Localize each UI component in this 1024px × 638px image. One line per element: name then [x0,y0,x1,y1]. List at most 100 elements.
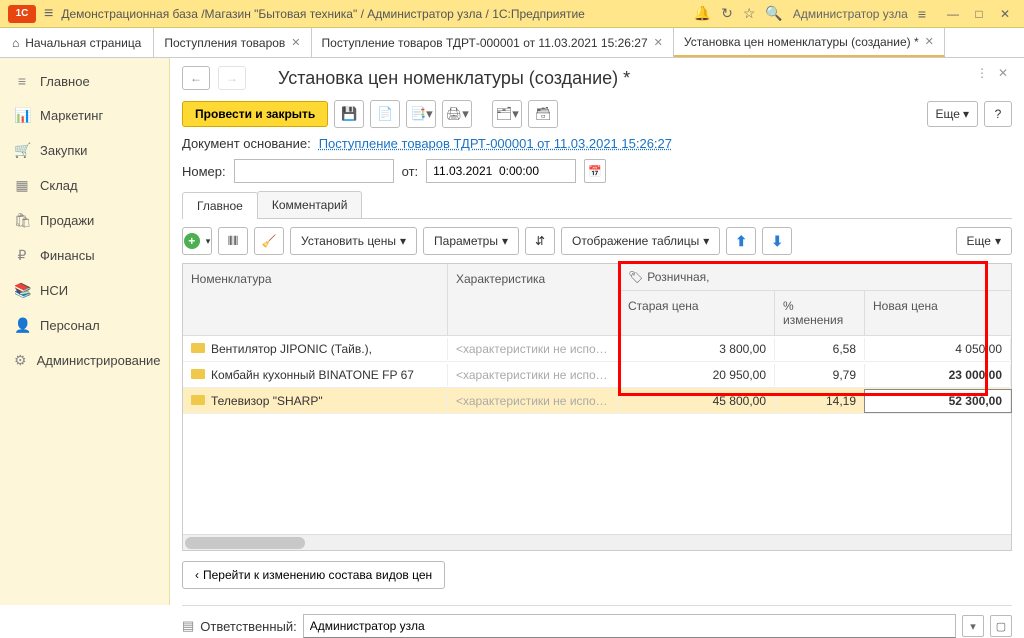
sidebar-item-label: Маркетинг [40,108,103,123]
horizontal-scrollbar[interactable] [183,534,1011,550]
col-percent-change[interactable]: % изменения [775,291,865,335]
table-header: Номенклатура Характеристика 🏷Розничная, … [183,264,1011,336]
table-display-button[interactable]: Отображение таблицы▾ [561,227,720,255]
number-input[interactable] [234,159,394,183]
params-button[interactable]: Параметры▾ [423,227,519,255]
sidebar-item-label: Закупки [40,143,87,158]
tab-receipt-doc[interactable]: Поступление товаров ТДРТ-000001 от 11.03… [312,28,674,57]
books-icon: 📚 [14,282,30,299]
price-type-header[interactable]: 🏷Розничная, [620,264,1011,291]
cell-new-price[interactable]: 4 050,00 [865,338,1011,360]
col-new-price[interactable]: Новая цена [865,291,1011,335]
cell-new-price-editing[interactable]: 52 300,00 [865,390,1011,412]
sidebar-item-nsi[interactable]: 📚НСИ [0,273,169,308]
cell-characteristic[interactable]: <характеристики не использ... [448,338,620,360]
page-title: Установка цен номенклатуры (создание) * [278,68,630,89]
tab-comment[interactable]: Комментарий [257,191,363,218]
sidebar-item-main[interactable]: ≡Главное [0,64,169,98]
submit-close-button[interactable]: Провести и закрыть [182,101,328,127]
sidebar-item-label: Персонал [40,318,100,333]
back-button[interactable]: ← [182,66,210,90]
kebab-icon[interactable]: ⋮ [976,66,988,80]
move-down-button[interactable]: ⬇ [762,227,792,255]
cell-nomenclature[interactable]: Телевизор "SHARP" [183,390,448,412]
sidebar-item-finance[interactable]: ₽Финансы [0,238,169,273]
cell-percent[interactable]: 6,58 [775,338,865,360]
post-button[interactable]: 📄 [370,100,400,128]
barcode-button[interactable]: ⦀⦀ [218,227,248,255]
list-icon[interactable]: ▤ [182,618,194,634]
print-button[interactable]: 🖨▾ [442,100,472,128]
titlebar-icons: 🔔 ↻ ☆ 🔍 Администратор узла ≡ [694,5,926,22]
change-price-types-button[interactable]: ‹ Перейти к изменению состава видов цен [182,561,445,589]
cell-percent[interactable]: 14,19 [775,390,865,412]
col-characteristic[interactable]: Характеристика [448,264,620,335]
col-nomenclature[interactable]: Номенклатура [183,264,448,335]
cell-nomenclature[interactable]: Комбайн кухонный BINATONE FP 67 [183,364,448,386]
attach-button[interactable]: 🗃 [528,100,558,128]
home-tab-label: Начальная страница [25,36,141,50]
close-icon[interactable]: ✕ [925,35,934,48]
sidebar-item-sales[interactable]: 🛍Продажи [0,203,169,238]
chevron-down-icon: ▾ [703,234,709,248]
sidebar-item-marketing[interactable]: 📊 Маркетинг [0,98,169,133]
chevron-left-icon: ‹ [195,568,199,582]
user-label[interactable]: Администратор узла [793,7,908,21]
more-button[interactable]: Еще▾ [927,101,978,127]
tab-receipts[interactable]: Поступления товаров ✕ [154,28,311,57]
hamburger-icon[interactable]: ≡ [44,5,53,23]
person-icon: 👤 [14,317,30,334]
add-row-button[interactable]: +▾ [182,227,212,255]
clear-button[interactable]: 🧹 [254,227,284,255]
search-icon[interactable]: 🔍 [765,5,782,22]
set-prices-button[interactable]: Установить цены▾ [290,227,417,255]
sidebar-item-personnel[interactable]: 👤 Персонал [0,308,169,343]
cell-old-price[interactable]: 3 800,00 [620,338,775,360]
table-row[interactable]: Вентилятор JIPONIC (Тайв.), <характерист… [183,336,1011,362]
forward-button[interactable]: → [218,66,246,90]
close-page-icon[interactable]: ✕ [998,66,1008,80]
save-button[interactable]: 💾 [334,100,364,128]
dropdown-icon[interactable]: ▾ [962,615,984,637]
close-icon[interactable]: ✕ [291,36,300,49]
cell-characteristic[interactable]: <характеристики не использ... [448,364,620,386]
chart-icon: 📊 [14,107,30,124]
tab-price-setting[interactable]: Установка цен номенклатуры (создание) * … [674,28,945,57]
close-button[interactable]: ✕ [994,5,1016,23]
cell-percent[interactable]: 9,79 [775,364,865,386]
sidebar-item-purchases[interactable]: 🛒Закупки [0,133,169,168]
cell-characteristic[interactable]: <характеристики не использ... [448,390,620,412]
help-button[interactable]: ? [984,101,1012,127]
move-up-button[interactable]: ⬆ [726,227,756,255]
col-old-price[interactable]: Старая цена [620,291,775,335]
sidebar-item-warehouse[interactable]: ▦Склад [0,168,169,203]
doc-base-link[interactable]: Поступление товаров ТДРТ-000001 от 11.03… [319,136,672,151]
cell-old-price[interactable]: 45 800,00 [620,390,775,412]
tab-main[interactable]: Главное [182,192,258,219]
maximize-button[interactable]: □ [968,5,990,23]
table-more-button[interactable]: Еще▾ [956,227,1012,255]
cell-old-price[interactable]: 20 950,00 [620,364,775,386]
report-button[interactable]: 🗂▾ [492,100,522,128]
minimize-button[interactable]: — [942,5,964,23]
home-tab[interactable]: ⌂ Начальная страница [0,28,154,57]
star-icon[interactable]: ☆ [743,5,756,22]
doc-base-label: Документ основание: [182,136,311,151]
responsible-input[interactable] [303,614,956,638]
bell-icon[interactable]: 🔔 [694,5,711,22]
open-icon[interactable]: ▢ [990,615,1012,637]
cell-new-price[interactable]: 23 000,00 [865,364,1011,386]
table-row[interactable]: Телевизор "SHARP" <характеристики не исп… [183,388,1011,414]
scrollbar-thumb[interactable] [185,537,305,549]
sidebar-item-admin[interactable]: ⚙Администрирование [0,343,169,378]
create-based-button[interactable]: 📑▾ [406,100,436,128]
cell-nomenclature[interactable]: Вентилятор JIPONIC (Тайв.), [183,338,448,360]
table-row[interactable]: Комбайн кухонный BINATONE FP 67 <характе… [183,362,1011,388]
date-input[interactable] [426,159,576,183]
settings-icon[interactable]: ≡ [918,6,926,22]
history-icon[interactable]: ↻ [721,5,733,22]
close-icon[interactable]: ✕ [654,36,663,49]
ruble-icon: ₽ [14,247,30,264]
calendar-icon[interactable]: 📅 [584,159,606,183]
expand-button[interactable]: ⇵ [525,227,555,255]
